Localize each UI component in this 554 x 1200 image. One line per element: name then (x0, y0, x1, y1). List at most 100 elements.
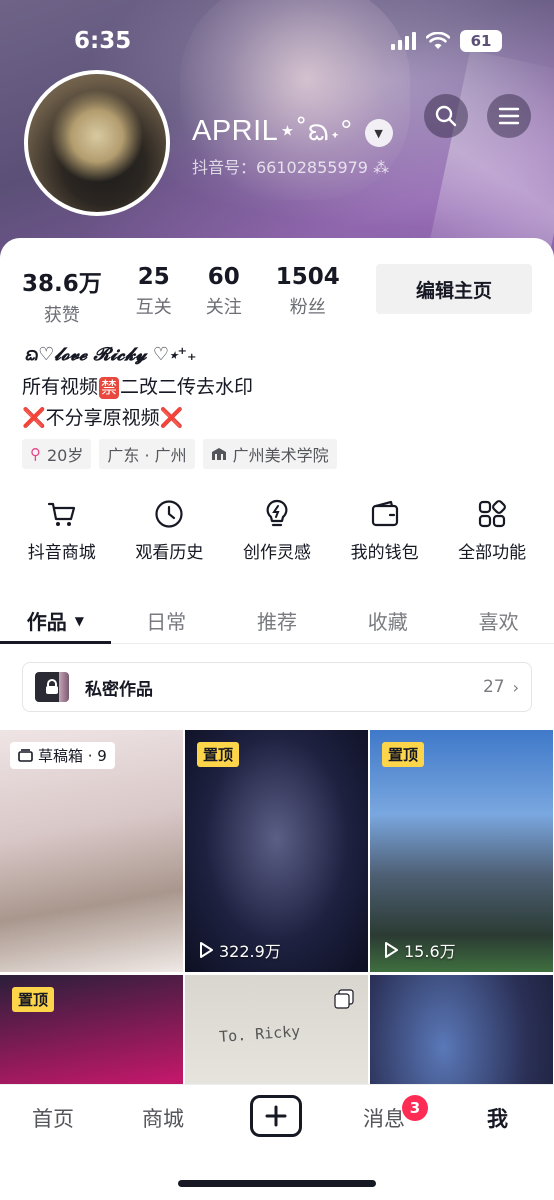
create-button[interactable] (250, 1095, 302, 1137)
cross-mark-icon: ❌ (22, 407, 46, 429)
edit-profile-button[interactable]: 编辑主页 (376, 264, 532, 314)
work-thumbnail[interactable]: 置顶 322.9万 (185, 730, 368, 972)
bio-text: 不分享原视频 (45, 407, 160, 429)
bio-line-1: 所有视频禁二改二传去水印 (22, 372, 253, 403)
tag-school[interactable]: 广州美术学院 (202, 439, 337, 469)
bio: 所有视频禁二改二传去水印 ❌不分享原视频❌ (22, 372, 253, 434)
multi-image-icon (334, 989, 354, 1009)
play-icon (200, 942, 213, 958)
shortcut-inspiration[interactable]: 创作灵感 (227, 498, 327, 563)
bio-line-2: ❌不分享原视频❌ (22, 403, 253, 434)
status-icons: 61 (391, 30, 502, 52)
play-count-value: 322.9万 (219, 942, 281, 961)
status-time: 6:35 (74, 28, 132, 54)
stat-following[interactable]: 60 关注 (206, 264, 242, 327)
wallet-icon (371, 500, 398, 527)
cross-mark-icon: ❌ (159, 407, 184, 429)
bio-text: 所有视频 (22, 376, 99, 398)
lock-icon (46, 679, 58, 694)
tab-label: 作品 (26, 610, 67, 634)
tab-label: 推荐 (256, 610, 297, 634)
nav-messages[interactable]: 消息 (363, 1103, 405, 1133)
signature: ᨳ♡𝓵𝓸𝓿𝓮 𝓡𝓲𝓬𝓴𝔂 ♡⋆⁺₊ (24, 344, 197, 365)
avatar[interactable] (24, 70, 170, 216)
cellular-signal-icon (391, 32, 416, 50)
play-count-value: 15.6万 (404, 942, 456, 961)
tag-label: 广州美术学院 (232, 446, 329, 465)
stat-number: 38.6万 (22, 271, 102, 297)
stat-label: 获赞 (43, 305, 80, 326)
profile-card: 38.6万 获赞 25 互关 60 关注 1504 粉丝 编辑主页 ᨳ♡𝓵𝓸𝓿𝓮… (0, 238, 554, 1200)
tag-label: 广东 · 广州 (107, 446, 187, 465)
forbid-icon: 禁 (99, 377, 120, 399)
stat-mutual[interactable]: 25 互关 (136, 264, 172, 327)
profile-stats: 38.6万 获赞 25 互关 60 关注 1504 粉丝 (22, 264, 374, 327)
profile-name: APRIL⋆˚ᨳ˖° (192, 115, 353, 147)
draft-badge: 草稿箱 · 9 (10, 742, 115, 769)
tab-daily[interactable]: 日常 (111, 598, 222, 643)
stat-label: 粉丝 (289, 297, 326, 318)
school-icon (211, 448, 226, 460)
stat-label: 互关 (135, 297, 172, 318)
search-button[interactable] (424, 94, 468, 138)
pinned-badge: 置顶 (197, 742, 240, 767)
stat-number: 60 (207, 264, 240, 290)
chevron-right-icon: › (512, 677, 519, 697)
tag-label: 20岁 (47, 446, 84, 465)
stat-number: 25 (137, 264, 170, 290)
caret-down-icon: ▼ (74, 613, 85, 628)
douyin-id[interactable]: 抖音号：66102855979 ⁂ (192, 154, 389, 178)
chevron-down-icon: ▼ (374, 126, 383, 140)
stat-likes[interactable]: 38.6万 获赞 (22, 264, 102, 327)
menu-icon (498, 107, 520, 125)
cart-icon (47, 502, 75, 526)
tab-works[interactable]: 作品 ▼ (0, 598, 111, 644)
stat-label: 关注 (205, 297, 242, 318)
shortcut-history[interactable]: 观看历史 (119, 498, 219, 563)
clock-icon (155, 500, 183, 528)
tab-label: 收藏 (367, 610, 408, 634)
nav-mall[interactable]: 商城 (142, 1103, 184, 1133)
tab-recommend[interactable]: 推荐 (222, 598, 333, 643)
bio-text: 二改二传去水印 (120, 376, 254, 398)
nav-me[interactable]: 我 (487, 1103, 508, 1133)
nav-home[interactable]: 首页 (32, 1103, 74, 1133)
account-switch-dropdown[interactable]: ▼ (364, 119, 393, 147)
grid-icon (479, 500, 507, 528)
tab-likes[interactable]: 喜欢 (443, 598, 554, 643)
tag-location: 广东 · 广州 (99, 439, 195, 469)
work-thumbnail[interactable]: 置顶 15.6万 (370, 730, 553, 972)
shortcut-label: 我的钱包 (350, 543, 419, 563)
play-count: 322.9万 (199, 938, 281, 962)
shortcut-label: 观看历史 (135, 543, 204, 563)
name-row: APRIL⋆˚ᨳ˖° ▼ (192, 110, 393, 156)
private-thumbnail (35, 672, 69, 702)
private-works-row[interactable]: 私密作品 27 › (22, 662, 532, 712)
pinned-badge: 置顶 (12, 987, 55, 1012)
tag-age: ⚲ 20岁 (22, 439, 92, 469)
play-icon (385, 942, 398, 958)
search-icon (435, 105, 457, 127)
play-count: 15.6万 (384, 938, 456, 962)
work-thumbnail-draft[interactable]: 草稿箱 · 9 (0, 730, 183, 972)
content-tabs: 作品 ▼ 日常 推荐 收藏 喜欢 (0, 598, 554, 644)
stat-number: 1504 (275, 264, 340, 290)
profile-tags: ⚲ 20岁 广东 · 广州 广州美术学院 (22, 439, 337, 469)
private-works-count: 27 (482, 677, 505, 697)
tab-favorites[interactable]: 收藏 (332, 598, 443, 643)
note-text: To. Ricky (218, 1022, 301, 1046)
tab-label: 喜欢 (478, 610, 519, 634)
menu-button[interactable] (487, 94, 531, 138)
shortcut-label: 创作灵感 (242, 543, 311, 563)
female-icon: ⚲ (30, 445, 41, 463)
shortcut-mall[interactable]: 抖音商城 (12, 498, 112, 563)
wifi-icon (426, 32, 450, 49)
battery-icon: 61 (460, 30, 502, 52)
home-indicator (178, 1180, 376, 1187)
shortcuts-row: 抖音商城 观看历史 创作灵感 我的钱包 全部功能 (0, 498, 554, 563)
stat-followers[interactable]: 1504 粉丝 (276, 264, 340, 327)
bulb-icon (266, 499, 288, 527)
shortcut-wallet[interactable]: 我的钱包 (335, 498, 435, 563)
shortcut-all-features[interactable]: 全部功能 (442, 498, 542, 563)
private-works-label: 私密作品 (85, 679, 153, 700)
